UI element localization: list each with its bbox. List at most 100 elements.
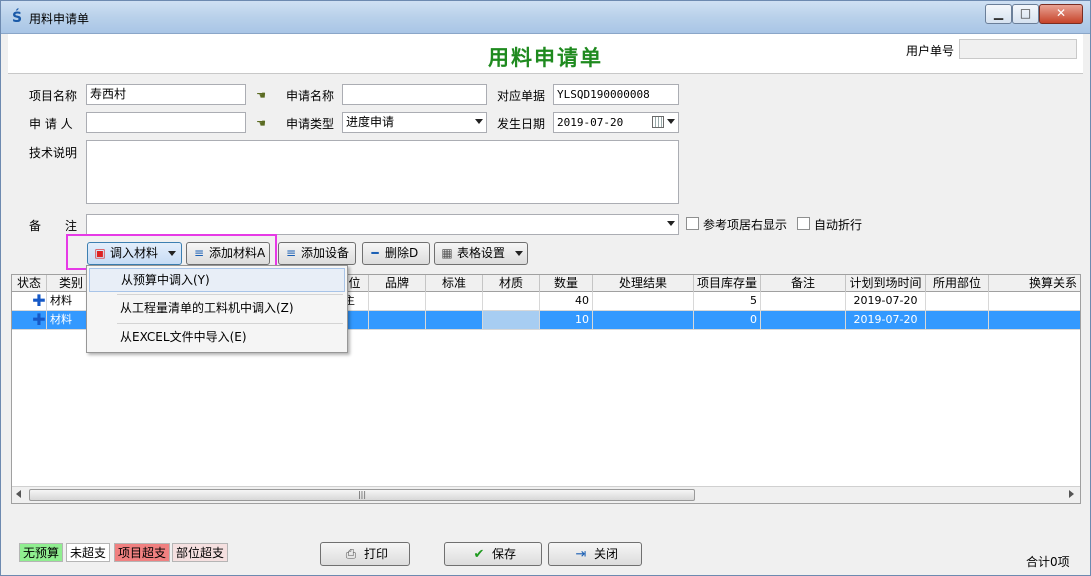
ref-doc-label: 对应单据 — [497, 89, 546, 103]
delete-button[interactable]: ━ 删除D — [362, 242, 430, 265]
chevron-down-icon — [514, 251, 523, 256]
apply-type-value: 进度申请 — [346, 115, 395, 129]
title-bar[interactable]: Ś 用料申请单 ▁ □ ✕ — [1, 1, 1090, 34]
remark-combobox[interactable] — [86, 214, 679, 235]
row-standard — [426, 311, 483, 330]
row-brand — [369, 311, 426, 330]
plus-icon: ✚ — [32, 292, 46, 310]
scroll-thumb[interactable]: ||| — [29, 489, 695, 501]
ref-right-label: 参考项居右显示 — [703, 218, 788, 232]
col-part[interactable]: 所用部位 — [926, 275, 989, 292]
row-result — [593, 292, 694, 311]
row-material-active[interactable] — [483, 311, 540, 330]
ref-right-checkbox[interactable] — [686, 217, 699, 230]
close-button[interactable]: ⇥ 关闭 — [548, 542, 642, 566]
col-stock[interactable]: 项目库存量 — [694, 275, 761, 292]
row-status-cell: ✚ — [12, 311, 47, 330]
row-stock: 0 — [694, 311, 761, 330]
date-label: 发生日期 — [497, 117, 546, 131]
minimize-button[interactable]: ▁ — [985, 4, 1012, 24]
row-brand — [369, 292, 426, 311]
applicant-label: 申 请 人 — [29, 117, 73, 131]
total-count: 合计0项 — [1026, 555, 1070, 569]
auto-wrap-label: 自动折行 — [814, 218, 863, 232]
col-plan-date[interactable]: 计划到场时间 — [846, 275, 926, 292]
chevron-down-icon — [667, 119, 675, 124]
row-status-cell: ✚ — [12, 292, 47, 311]
project-name-label: 项目名称 — [29, 89, 78, 103]
legend-not-over: 未超支 — [66, 543, 111, 562]
form-client-area: 用料申请单 用户单号 项目名称 寿西村 ☚ 申请名称 对应单据 YLSQD190… — [8, 34, 1083, 572]
user-no-input[interactable] — [959, 39, 1077, 59]
legend-part-over: 部位超支 — [172, 543, 229, 562]
print-label: 打印 — [363, 547, 388, 561]
row-stock: 5 — [694, 292, 761, 311]
menu-item-from-bill[interactable]: 从工程量清单的工料机中调入(Z) — [89, 297, 345, 321]
row-remark[interactable] — [761, 311, 846, 330]
horizontal-scrollbar[interactable]: ||| — [12, 486, 1080, 503]
col-status[interactable]: 状态 — [12, 275, 47, 292]
add-list-icon: ≡ — [285, 246, 297, 260]
checkmark-icon: ✔ — [473, 547, 485, 562]
chevron-down-icon — [475, 119, 483, 124]
calendar-icon — [652, 116, 664, 128]
exit-door-icon: ⇥ — [575, 547, 587, 562]
form-header: 用料申请单 用户单号 — [8, 34, 1083, 74]
close-label: 关闭 — [593, 547, 618, 561]
apply-type-select[interactable]: 进度申请 — [342, 112, 487, 133]
col-result[interactable]: 处理结果 — [593, 275, 694, 292]
row-quantity[interactable]: 40 — [540, 292, 593, 311]
applicant-picker-icon[interactable]: ☚ — [252, 117, 270, 131]
col-brand[interactable]: 品牌 — [369, 275, 426, 292]
save-button[interactable]: ✔ 保存 — [444, 542, 542, 566]
row-result — [593, 311, 694, 330]
import-material-menu: 从预算中调入(Y) 从工程量清单的工料机中调入(Z) 从EXCEL文件中导入(E… — [86, 265, 348, 353]
row-part[interactable] — [926, 292, 989, 311]
table-grid-icon: ▦ — [441, 246, 453, 260]
minus-icon: ━ — [371, 246, 379, 260]
print-button[interactable]: ⎙ 打印 — [320, 542, 410, 566]
menu-item-from-excel[interactable]: 从EXCEL文件中导入(E) — [89, 326, 345, 350]
date-value: 2019-07-20 — [557, 116, 624, 129]
apply-type-label: 申请类型 — [286, 117, 335, 131]
add-equipment-button[interactable]: ≡ 添加设备 — [278, 242, 356, 265]
remark-label: 备 注 — [29, 219, 78, 233]
maximize-button[interactable]: □ — [1012, 4, 1039, 24]
user-name-field[interactable] — [342, 84, 487, 105]
window-title: 用料申请单 — [29, 12, 90, 26]
close-window-button[interactable]: ✕ — [1039, 4, 1083, 24]
auto-wrap-checkbox[interactable] — [797, 217, 810, 230]
applicant-field[interactable] — [86, 112, 246, 133]
row-conversion — [989, 292, 1080, 311]
row-remark[interactable] — [761, 292, 846, 311]
col-material[interactable]: 材质 — [483, 275, 540, 292]
row-plan-date[interactable]: 2019-07-20 — [846, 292, 926, 311]
scroll-left-icon[interactable] — [16, 490, 21, 498]
project-name-field[interactable]: 寿西村 — [86, 84, 246, 105]
legend-project-over: 项目超支 — [114, 543, 171, 562]
row-standard — [426, 292, 483, 311]
project-picker-icon[interactable]: ☚ — [252, 89, 270, 103]
menu-item-from-budget[interactable]: 从预算中调入(Y) — [89, 268, 345, 292]
ref-doc-field[interactable]: YLSQD190000008 — [553, 84, 679, 105]
table-settings-label: 表格设置 — [457, 246, 506, 260]
printer-icon: ⎙ — [345, 547, 357, 562]
tech-desc-textarea[interactable] — [86, 140, 679, 204]
col-remark[interactable]: 备注 — [761, 275, 846, 292]
row-material — [483, 292, 540, 311]
col-quantity[interactable]: 数量 — [540, 275, 593, 292]
col-standard[interactable]: 标准 — [426, 275, 483, 292]
app-logo-icon: Ś — [11, 10, 23, 26]
col-conversion[interactable]: 换算关系 — [989, 275, 1080, 292]
date-picker[interactable]: 2019-07-20 — [553, 112, 679, 133]
table-settings-button[interactable]: ▦ 表格设置 — [434, 242, 528, 265]
row-quantity[interactable]: 10 — [540, 311, 593, 330]
row-plan-date[interactable]: 2019-07-20 — [846, 311, 926, 330]
chevron-down-icon — [667, 221, 675, 226]
scroll-right-icon[interactable] — [1069, 490, 1074, 498]
row-part[interactable] — [926, 311, 989, 330]
menu-separator — [117, 323, 343, 324]
plus-icon: ✚ — [32, 311, 46, 329]
delete-label: 删除D — [385, 246, 419, 260]
user-name-label: 申请名称 — [286, 89, 335, 103]
